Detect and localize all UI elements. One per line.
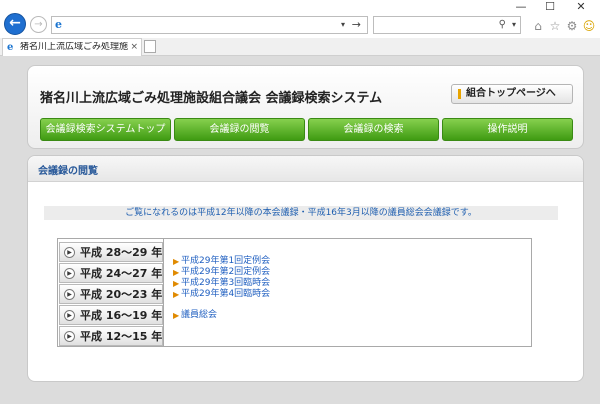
link-label[interactable]: 平成29年第2回定例会 [181, 267, 270, 278]
tab-close-icon[interactable]: × [130, 41, 138, 53]
ie-logo-icon: e [55, 18, 62, 31]
home-icon[interactable]: ⌂ [531, 19, 545, 33]
section-title: 会議録の閲覧 [38, 166, 98, 177]
menu-search-minutes[interactable]: 会議録の検索 [308, 118, 439, 141]
new-tab-button[interactable] [144, 40, 156, 53]
star-icon[interactable]: ☆ [548, 19, 562, 33]
tab-bar: e 猪名川上流広域ごみ処理施... × [0, 38, 600, 56]
tab-ie-icon: e [7, 42, 14, 53]
union-top-page-button[interactable]: 組合トップページへ [451, 84, 573, 104]
maximize-button[interactable]: ☐ [539, 0, 561, 14]
era-tab-h12-15[interactable]: ▶ 平成 12～15 年 [59, 326, 163, 346]
page-title: 猪名川上流広域ごみ処理施設組合議会 会議録検索システム [40, 91, 383, 106]
gear-icon[interactable]: ⚙ [565, 19, 579, 33]
triangle-right-icon: ▶ [173, 257, 180, 266]
section-header: 会議録の閲覧 [28, 156, 583, 182]
minimize-button[interactable]: — [510, 0, 532, 14]
content-panel: 会議録の閲覧 ご覧になれるのは平成12年以降の本会議録・平成16年3月以降の議員… [27, 155, 584, 382]
link-label[interactable]: 平成29年第1回定例会 [181, 256, 270, 267]
close-window-button[interactable]: ✕ [570, 0, 592, 14]
triangle-right-icon: ▶ [173, 311, 180, 320]
link-label[interactable]: 議員総会 [181, 310, 217, 321]
era-label: 平成 12～15 年 [80, 330, 163, 343]
notice-bar: ご覧になれるのは平成12年以降の本会議録・平成16年3月以降の議員総会会議録です… [44, 206, 558, 220]
magnifier-icon[interactable]: ⚲ [499, 19, 506, 30]
era-tab-h24-27[interactable]: ▶ 平成 24～27 年 [59, 263, 163, 283]
triangle-right-icon: ▶ [173, 279, 180, 288]
smiley-icon[interactable]: ☺ [582, 19, 596, 33]
menu-search-system-top[interactable]: 会議録検索システムトップ [40, 118, 171, 141]
play-circle-icon: ▶ [64, 289, 75, 300]
menu-browse-minutes[interactable]: 会議録の閲覧 [174, 118, 305, 141]
orange-bar-icon [458, 89, 461, 99]
play-circle-icon: ▶ [64, 247, 75, 258]
minutes-table: ▶ 平成 28～29 年 ▶ 平成 24～27 年 ▶ 平成 20～23 年 ▶… [57, 238, 532, 347]
search-dropdown-icon[interactable]: ▾ [512, 20, 516, 29]
back-button[interactable]: ← [4, 13, 26, 35]
era-label: 平成 28～29 年 [80, 246, 163, 259]
era-label: 平成 20～23 年 [80, 288, 163, 301]
search-input[interactable]: ⚲ ▾ [373, 16, 521, 34]
era-tab-h20-23[interactable]: ▶ 平成 20～23 年 [59, 284, 163, 304]
era-label: 平成 16～19 年 [80, 309, 163, 322]
menu-instructions[interactable]: 操作説明 [442, 118, 573, 141]
link-label[interactable]: 平成29年第4回臨時会 [181, 289, 270, 300]
site-header: 猪名川上流広域ごみ処理施設組合議会 会議録検索システム 組合トップページへ 会議… [27, 65, 584, 149]
link-label[interactable]: 平成29年第3回臨時会 [181, 278, 270, 289]
era-label: 平成 24～27 年 [80, 267, 163, 280]
notice-text: ご覧になれるのは平成12年以降の本会議録・平成16年3月以降の議員総会会議録です… [125, 208, 477, 218]
play-circle-icon: ▶ [64, 331, 75, 342]
play-circle-icon: ▶ [64, 310, 75, 321]
triangle-right-icon: ▶ [173, 290, 180, 299]
era-tab-h16-19[interactable]: ▶ 平成 16～19 年 [59, 305, 163, 325]
era-tab-h28-29[interactable]: ▶ 平成 28～29 年 [59, 242, 163, 262]
address-bar[interactable]: e ▾ → [51, 16, 368, 34]
address-dropdown-icon[interactable]: ▾ [341, 20, 345, 29]
page-viewport: 猪名川上流広域ごみ処理施設組合議会 会議録検索システム 組合トップページへ 会議… [0, 57, 600, 404]
triangle-right-icon: ▶ [173, 268, 180, 277]
browser-titlebar: ← → e ▾ → ⚲ ▾ — ☐ ✕ ⌂ ☆ ⚙ ☺ [0, 0, 600, 38]
tab-title: 猪名川上流広域ごみ処理施... [20, 42, 128, 52]
play-circle-icon: ▶ [64, 268, 75, 279]
forward-button[interactable]: → [30, 16, 47, 33]
era-column: ▶ 平成 28～29 年 ▶ 平成 24～27 年 ▶ 平成 20～23 年 ▶… [58, 239, 164, 346]
browser-tab[interactable]: e 猪名川上流広域ごみ処理施... × [2, 38, 142, 56]
union-top-page-label: 組合トップページへ [466, 88, 556, 99]
go-icon[interactable]: → [352, 18, 361, 31]
